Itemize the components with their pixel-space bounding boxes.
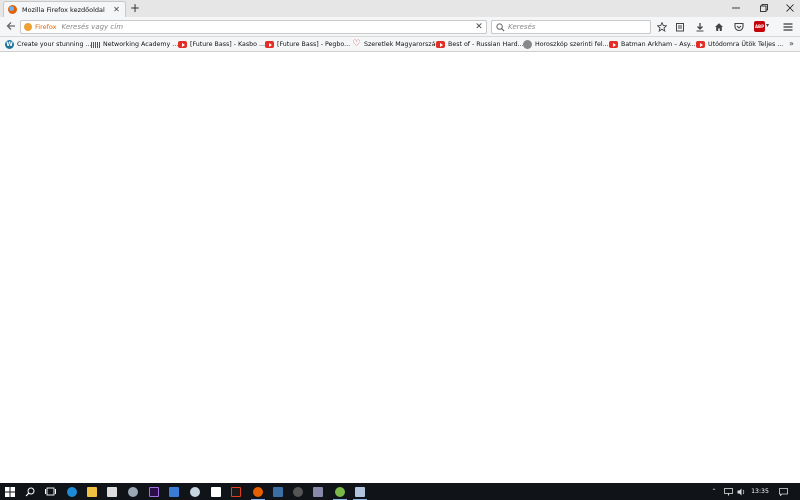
app-icon[interactable] [123,483,143,500]
bookmark-item[interactable]: Horoszkóp szerinti fel... [523,39,609,50]
wordpress-icon: W [5,40,14,49]
adobe-icon[interactable] [144,483,164,500]
app-icon[interactable] [164,483,184,500]
bookmark-item[interactable]: Best of - Russian Hard... [436,39,524,50]
adblock-plus-icon[interactable]: ABP [754,21,765,32]
close-icon[interactable] [776,0,800,16]
bookmark-label: Networking Academy ... [103,41,179,48]
minimize-icon[interactable] [722,0,750,16]
pocket-icon[interactable] [733,21,745,33]
bookmark-label: Utódomra Ütök Teljes ... [708,41,784,48]
edge-icon[interactable] [62,483,82,500]
bookmark-item[interactable]: W Create your stunning ... [5,39,92,50]
firefox-window: Mozilla Firefox kezdőoldal ✕ + Firefox ✕ [0,0,800,500]
app-icon[interactable] [206,483,226,500]
chevron-down-icon[interactable]: ▾ [766,22,769,29]
chevron-up-icon[interactable]: ⌃ [708,483,720,500]
bookmark-label: [Future Bass] - Kasbo ... [190,41,265,48]
app-icon[interactable] [350,483,370,500]
search-input[interactable] [508,23,650,31]
bookmark-item[interactable]: Batman Arkham – Asy... [609,39,696,50]
taskbar: ⌃ 13:35 [0,483,800,500]
volume-icon[interactable] [735,483,747,500]
bookmark-label: Create your stunning ... [17,41,92,48]
youtube-icon [265,41,274,48]
bookmark-label: Horoszkóp szerinti fel... [535,41,609,48]
page-content[interactable] [0,52,800,483]
bookmark-label: Best of - Russian Hard... [448,41,524,48]
file-explorer-icon[interactable] [82,483,102,500]
bookmarks-toolbar: W Create your stunning ... Networking Ac… [0,37,800,52]
bookmark-star-icon[interactable] [656,21,668,33]
bookmark-item[interactable]: ♡ Szeretlek Magyarország [352,39,439,50]
bookmark-label: Szeretlek Magyarország [364,41,440,48]
bookmark-label: [Future Bass] - Pegbo... [277,41,351,48]
bookmark-item[interactable]: Utódomra Ütök Teljes ... [696,39,783,50]
url-bar[interactable]: Firefox ✕ [20,20,487,34]
back-arrow-icon[interactable] [5,21,17,33]
identity-label: Firefox [35,23,57,31]
store-icon[interactable] [102,483,122,500]
app-icon[interactable] [330,483,350,500]
home-icon[interactable] [713,21,725,33]
youtube-icon [178,41,187,48]
app-icon[interactable] [308,483,328,500]
close-tab-icon[interactable]: ✕ [112,5,121,14]
youtube-icon [609,41,618,48]
globe-icon [523,40,532,49]
app-icon[interactable] [288,483,308,500]
navigation-toolbar: Firefox ✕ ABP ▾ [0,17,800,37]
netacad-icon [91,41,100,48]
menu-icon[interactable] [782,21,794,33]
firefox-icon [8,5,17,14]
app-icon[interactable] [268,483,288,500]
windows-start-icon[interactable] [0,483,20,500]
heart-icon: ♡ [352,39,361,49]
app-icon[interactable] [226,483,246,500]
search-icon [496,22,505,32]
tab-title: Mozilla Firefox kezdőoldal [22,5,105,14]
action-center-icon[interactable] [776,483,790,500]
downloads-icon[interactable] [694,21,706,33]
tab-strip: Mozilla Firefox kezdőoldal ✕ + [0,0,800,17]
clear-url-icon[interactable]: ✕ [472,22,486,32]
steam-icon[interactable] [185,483,205,500]
new-tab-button[interactable]: + [129,2,141,14]
network-icon[interactable] [722,483,734,500]
chevron-right-icon[interactable]: » [789,39,794,48]
youtube-icon [696,41,705,48]
url-input[interactable] [61,23,472,31]
firefox-identity-icon [24,23,32,31]
taskbar-clock[interactable]: 13:35 [748,483,772,500]
bookmark-item[interactable]: Networking Academy ... [91,39,178,50]
firefox-taskbar-icon[interactable] [248,483,268,500]
task-view-icon[interactable] [40,483,60,500]
reading-list-icon[interactable] [674,21,686,33]
bookmark-item[interactable]: [Future Bass] - Kasbo ... [178,39,265,50]
tab-firefox-start[interactable]: Mozilla Firefox kezdőoldal ✕ [3,1,126,17]
bookmark-label: Batman Arkham – Asy... [621,41,696,48]
youtube-icon [436,41,445,48]
search-bar[interactable] [491,20,651,34]
maximize-icon[interactable] [750,0,778,16]
bookmark-item[interactable]: [Future Bass] - Pegbo... [265,39,350,50]
search-icon[interactable] [20,483,40,500]
